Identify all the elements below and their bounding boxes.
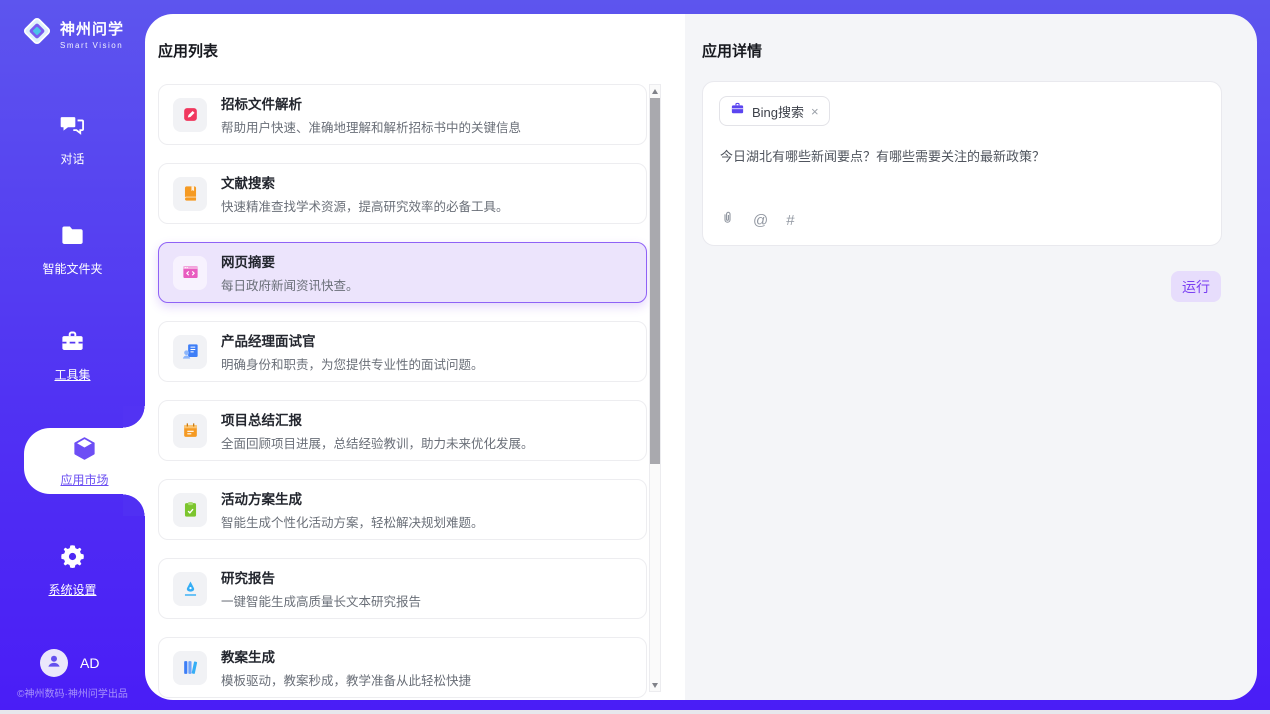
- app-card-title: 招标文件解析: [221, 93, 521, 113]
- sidebar-item-label: 系统设置: [48, 581, 96, 598]
- app-card-desc: 模板驱动，教案秒成，教学准备从此轻松快捷: [221, 670, 471, 689]
- brand-subtitle: Smart Vision: [60, 41, 124, 50]
- app-list-panel: 应用列表 招标文件解析 帮助用户快速、准确地理解和解析招标书中的关键信息: [145, 14, 685, 700]
- brand-logo: 神州问学 Smart Vision: [20, 14, 124, 53]
- app-card-title: 教案生成: [221, 646, 471, 666]
- edit-square-icon: [173, 98, 207, 132]
- tool-tag-label: Bing搜索: [752, 102, 804, 121]
- pen-nib-icon: [173, 572, 207, 606]
- sidebar-item-label: 工具集: [54, 366, 90, 383]
- gem-logo-icon: [20, 14, 54, 53]
- user-account[interactable]: AD: [40, 649, 99, 677]
- tool-tag-bing-search[interactable]: Bing搜索 ×: [719, 96, 830, 126]
- app-card-list: 招标文件解析 帮助用户快速、准确地理解和解析招标书中的关键信息 文献搜索 快速精…: [158, 84, 647, 700]
- book-icon: [173, 177, 207, 211]
- app-card-desc: 智能生成个性化活动方案，轻松解决规划难题。: [221, 512, 484, 531]
- app-card-desc: 帮助用户快速、准确地理解和解析招标书中的关键信息: [221, 117, 521, 136]
- bottom-strip: [0, 710, 1270, 714]
- bubble-fillet-bottom: [123, 494, 145, 516]
- books-icon: [173, 651, 207, 685]
- cube-icon: [71, 435, 98, 467]
- app-card-lesson-plan[interactable]: 教案生成 模板驱动，教案秒成，教学准备从此轻松快捷: [158, 637, 647, 698]
- sidebar-item-toolset[interactable]: 工具集: [0, 328, 145, 383]
- folder-icon: [59, 222, 86, 254]
- hash-icon[interactable]: #: [786, 212, 794, 229]
- prompt-card: Bing搜索 × 今日湖北有哪些新闻要点？有哪些需要关注的最新政策？ @ #: [702, 81, 1222, 246]
- app-detail-title: 应用详情: [702, 40, 762, 61]
- app-card-title: 活动方案生成: [221, 488, 484, 508]
- close-icon[interactable]: ×: [811, 105, 819, 118]
- paperclip-icon[interactable]: [720, 209, 735, 231]
- interviewer-icon: [173, 335, 207, 369]
- copyright-text: ©神州数码·神州问学出品: [0, 685, 145, 700]
- calendar-icon: [173, 414, 207, 448]
- app-card-event-plan[interactable]: 活动方案生成 智能生成个性化活动方案，轻松解决规划难题。: [158, 479, 647, 540]
- main-panel: 应用列表 招标文件解析 帮助用户快速、准确地理解和解析招标书中的关键信息: [145, 14, 1257, 700]
- bubble-fillet-top: [123, 406, 145, 428]
- app-card-literature-search[interactable]: 文献搜索 快速精准查找学术资源，提高研究效率的必备工具。: [158, 163, 647, 224]
- sidebar-item-label: 应用市场: [60, 471, 108, 488]
- gear-icon: [59, 543, 86, 575]
- scroll-down-icon[interactable]: [650, 679, 660, 691]
- app-card-project-summary[interactable]: 项目总结汇报 全面回顾项目进展，总结经验教训，助力未来优化发展。: [158, 400, 647, 461]
- app-detail-panel: 应用详情 Bing搜索 × 今日湖北有哪些新闻要点？有哪些需要关注的最新政策？ …: [685, 14, 1257, 700]
- mention-at-icon[interactable]: @: [753, 212, 768, 229]
- browser-code-icon: [173, 256, 207, 290]
- sidebar-item-smart-folder[interactable]: 智能文件夹: [0, 222, 145, 277]
- clipboard-check-icon: [173, 493, 207, 527]
- app-card-title: 项目总结汇报: [221, 409, 534, 429]
- scrollbar-thumb[interactable]: [650, 98, 660, 464]
- app-list-title: 应用列表: [158, 40, 218, 61]
- sidebar: 神州问学 Smart Vision 对话 智能文件夹 工具集: [0, 0, 145, 710]
- app-card-title: 文献搜索: [221, 172, 509, 192]
- scroll-up-icon[interactable]: [650, 85, 660, 97]
- sidebar-item-label: 智能文件夹: [42, 260, 102, 277]
- app-card-research-report[interactable]: 研究报告 一键智能生成高质量长文本研究报告: [158, 558, 647, 619]
- toolbox-icon: [59, 328, 86, 360]
- user-initials: AD: [80, 655, 99, 671]
- app-background: 神州问学 Smart Vision 对话 智能文件夹 工具集: [0, 0, 1270, 710]
- app-card-title: 研究报告: [221, 567, 421, 587]
- sidebar-item-app-market-active[interactable]: 应用市场: [24, 428, 145, 494]
- app-card-desc: 一键智能生成高质量长文本研究报告: [221, 591, 421, 610]
- sidebar-item-label: 对话: [60, 150, 84, 167]
- app-card-desc: 全面回顾项目进展，总结经验教训，助力未来优化发展。: [221, 433, 534, 452]
- sidebar-item-settings[interactable]: 系统设置: [0, 543, 145, 598]
- query-input[interactable]: 今日湖北有哪些新闻要点？有哪些需要关注的最新政策？: [720, 146, 1205, 165]
- app-card-title: 网页摘要: [221, 251, 359, 271]
- app-card-pm-interviewer[interactable]: 产品经理面试官 明确身份和职责，为您提供专业性的面试问题。: [158, 321, 647, 382]
- app-card-desc: 每日政府新闻资讯快查。: [221, 275, 359, 294]
- run-button[interactable]: 运行: [1171, 271, 1221, 302]
- app-list-scrollbar[interactable]: [649, 84, 661, 692]
- briefcase-icon: [730, 101, 745, 121]
- chat-icon: [59, 112, 86, 144]
- app-card-title: 产品经理面试官: [221, 330, 484, 350]
- sidebar-item-chat[interactable]: 对话: [0, 112, 145, 167]
- app-card-web-summary-selected[interactable]: 网页摘要 每日政府新闻资讯快查。: [158, 242, 647, 303]
- brand-name: 神州问学: [60, 18, 124, 39]
- person-icon: [45, 652, 63, 675]
- avatar: [40, 649, 68, 677]
- app-card-desc: 明确身份和职责，为您提供专业性的面试问题。: [221, 354, 484, 373]
- input-toolbar: @ #: [720, 209, 795, 231]
- app-card-bid-parse[interactable]: 招标文件解析 帮助用户快速、准确地理解和解析招标书中的关键信息: [158, 84, 647, 145]
- app-card-desc: 快速精准查找学术资源，提高研究效率的必备工具。: [221, 196, 509, 215]
